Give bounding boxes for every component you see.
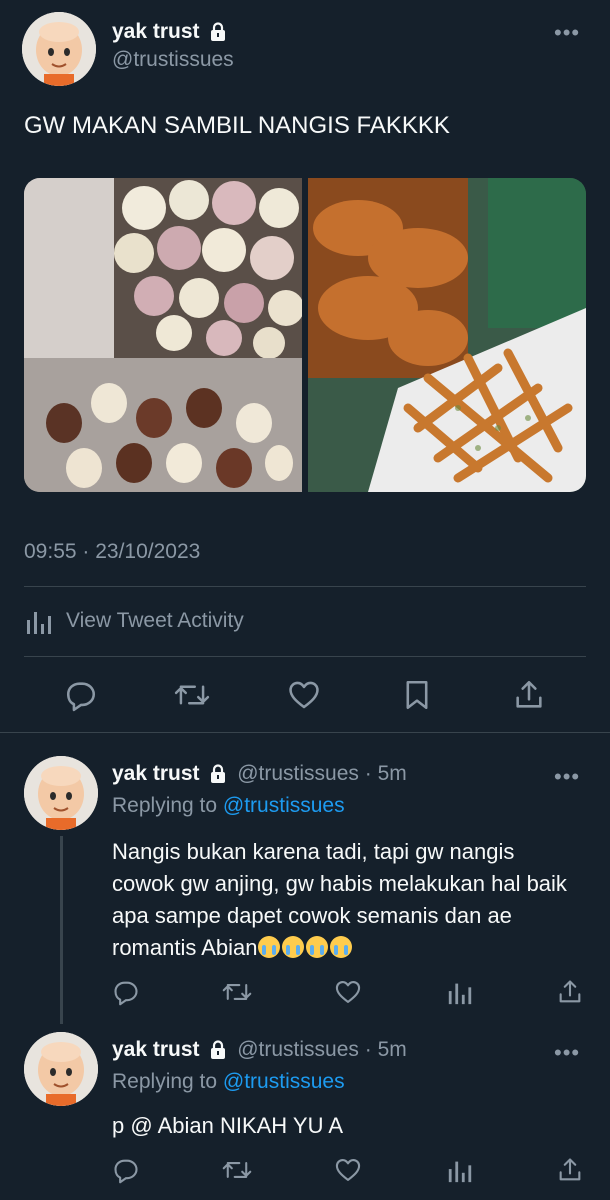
- loudly-crying-emoji: [257, 935, 354, 960]
- author-name[interactable]: yak trust: [112, 20, 200, 43]
- like-icon[interactable]: [334, 978, 362, 1006]
- view-tweet-activity-label: View Tweet Activity: [66, 609, 244, 632]
- replying-to-label: Replying to: [112, 794, 223, 817]
- more-options-button[interactable]: •••: [554, 1040, 580, 1066]
- reply-age: · 5m: [364, 762, 407, 785]
- media-image-flowers[interactable]: [24, 178, 302, 492]
- share-icon[interactable]: [556, 1156, 584, 1184]
- avatar[interactable]: [24, 756, 98, 830]
- avatar-image: [24, 756, 98, 830]
- view-tweet-activity-link[interactable]: View Tweet Activity: [24, 606, 244, 636]
- avatar[interactable]: [24, 1032, 98, 1106]
- reply-text: p @ Abian NIKAH YU A: [112, 1113, 344, 1138]
- reply-icon[interactable]: [112, 978, 140, 1006]
- divider: [24, 656, 586, 657]
- more-options-button[interactable]: •••: [554, 20, 580, 46]
- replying-to-label: Replying to: [112, 1070, 223, 1093]
- share-icon[interactable]: [556, 978, 584, 1006]
- author-handle[interactable]: @trustissues: [112, 48, 234, 72]
- thread-line: [60, 836, 63, 1024]
- reply-icon[interactable]: [112, 1156, 140, 1184]
- retweet-icon[interactable]: [222, 1156, 252, 1184]
- share-icon[interactable]: [512, 678, 546, 712]
- analytics-icon[interactable]: [446, 1156, 474, 1184]
- author-name[interactable]: yak trust: [112, 1038, 200, 1061]
- lock-icon: [211, 22, 226, 42]
- retweet-icon[interactable]: [222, 978, 252, 1006]
- bookmark-icon[interactable]: [400, 678, 434, 712]
- replying-to-link[interactable]: @trustissues: [223, 794, 345, 817]
- avatar[interactable]: [22, 12, 96, 86]
- tweet-timestamp[interactable]: 09:55 · 23/10/2023: [24, 540, 200, 564]
- retweet-icon[interactable]: [174, 678, 210, 712]
- tweet-media[interactable]: [24, 178, 586, 492]
- lock-icon: [211, 1040, 226, 1060]
- media-image-food[interactable]: [308, 178, 586, 492]
- author-handle[interactable]: @trustissues: [237, 762, 359, 785]
- tweet-text: GW MAKAN SAMBIL NANGIS FAKKKK: [24, 112, 450, 139]
- analytics-icon: [27, 612, 51, 634]
- reply-action-bar: [112, 1154, 592, 1188]
- replying-to-link[interactable]: @trustissues: [223, 1070, 345, 1093]
- reply-header: yak trust @trustissues · 5m: [112, 1038, 407, 1062]
- avatar-image: [22, 12, 96, 86]
- reply-header: yak trust @trustissues · 5m: [112, 762, 407, 786]
- more-options-button[interactable]: •••: [554, 764, 580, 790]
- reply-text-block: Nangis bukan karena tadi, tapi gw nangis…: [112, 836, 572, 964]
- reply-action-bar: [112, 976, 592, 1010]
- divider: [0, 732, 610, 733]
- lock-icon: [211, 764, 226, 784]
- divider: [24, 586, 586, 587]
- avatar-image: [24, 1032, 98, 1106]
- reply-icon[interactable]: [64, 678, 98, 712]
- like-icon[interactable]: [287, 678, 321, 712]
- replying-to: Replying to @trustissues: [112, 794, 345, 818]
- replying-to: Replying to @trustissues: [112, 1070, 345, 1094]
- author-name[interactable]: yak trust: [112, 762, 200, 785]
- author-handle[interactable]: @trustissues: [237, 1038, 359, 1061]
- reply-age: · 5m: [364, 1038, 407, 1061]
- tweet-action-bar: [0, 674, 610, 714]
- analytics-icon[interactable]: [446, 978, 474, 1006]
- like-icon[interactable]: [334, 1156, 362, 1184]
